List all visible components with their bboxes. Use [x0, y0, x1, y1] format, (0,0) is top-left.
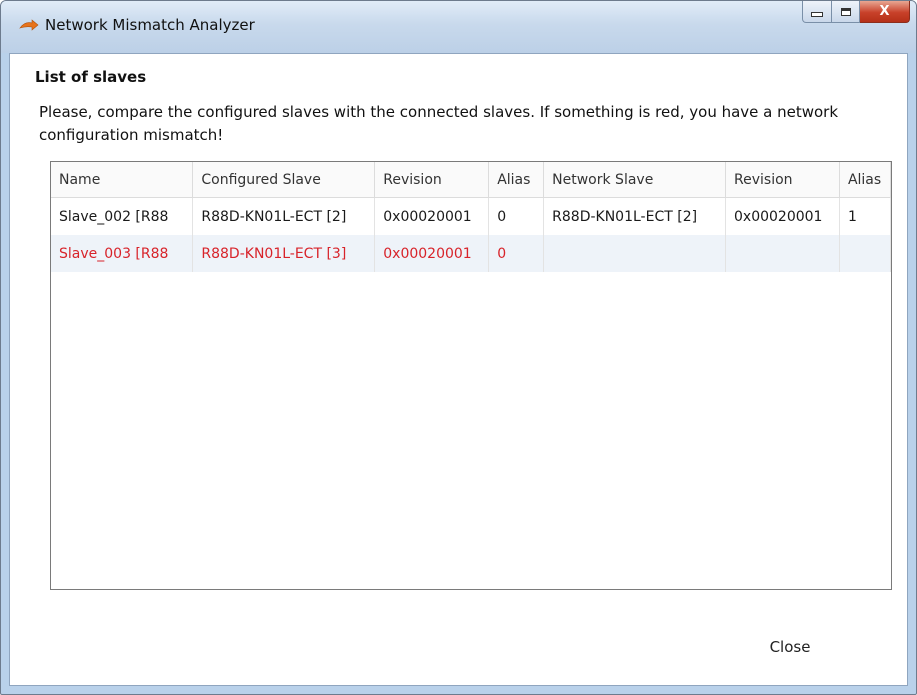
maximize-button[interactable] [832, 1, 860, 23]
orange-arrow-icon [19, 19, 39, 31]
dialog-window: Network Mismatch Analyzer X List of slav… [0, 0, 917, 695]
column-header-configured-slave[interactable]: Configured Slave [192, 162, 376, 198]
window-controls: X [802, 1, 910, 23]
dialog-content: List of slaves Please, compare the confi… [9, 53, 908, 686]
table-cell: Slave_002 [R88 [51, 197, 194, 235]
close-icon: X [879, 4, 890, 19]
table-row[interactable]: Slave_002 [R88 R88D-KN01L-ECT [2] 0x0002… [51, 197, 891, 235]
table-header-row: Name Configured Slave Revision Alias Net… [51, 162, 891, 198]
column-header-network-slave[interactable]: Network Slave [543, 162, 727, 198]
table-row-mismatch[interactable]: Slave_003 [R88 R88D-KN01L-ECT [3] 0x0002… [51, 235, 891, 272]
close-window-button[interactable]: X [860, 1, 910, 23]
column-header-alias[interactable]: Alias [488, 162, 545, 198]
column-header-network-revision[interactable]: Revision [725, 162, 840, 198]
column-header-network-alias[interactable]: Alias [839, 162, 891, 198]
slaves-table[interactable]: Name Configured Slave Revision Alias Net… [50, 161, 892, 590]
minimize-icon [811, 12, 823, 17]
column-header-revision[interactable]: Revision [374, 162, 490, 198]
table-cell: 1 [839, 197, 891, 235]
table-cell: R88D-KN01L-ECT [2] [192, 197, 376, 235]
close-button[interactable]: Close [745, 632, 835, 662]
minimize-button[interactable] [802, 1, 832, 23]
column-header-name[interactable]: Name [51, 162, 194, 198]
table-cell: 0x00020001 [725, 197, 840, 235]
table-cell: 0x00020001 [374, 197, 490, 235]
table-cell: Slave_003 [R88 [51, 235, 194, 272]
table-cell: 0 [488, 197, 545, 235]
title-bar[interactable]: Network Mismatch Analyzer X [1, 1, 916, 53]
section-heading: List of slaves [35, 68, 147, 86]
table-cell: 0x00020001 [374, 235, 490, 272]
table-cell [839, 235, 891, 272]
table-cell [543, 235, 727, 272]
table-cell: 0 [488, 235, 545, 272]
table-cell: R88D-KN01L-ECT [2] [543, 197, 727, 235]
table-cell [725, 235, 840, 272]
maximize-icon [840, 7, 851, 16]
instruction-text: Please, compare the configured slaves wi… [39, 103, 839, 144]
table-cell: R88D-KN01L-ECT [3] [192, 235, 376, 272]
window-title: Network Mismatch Analyzer [45, 16, 255, 34]
